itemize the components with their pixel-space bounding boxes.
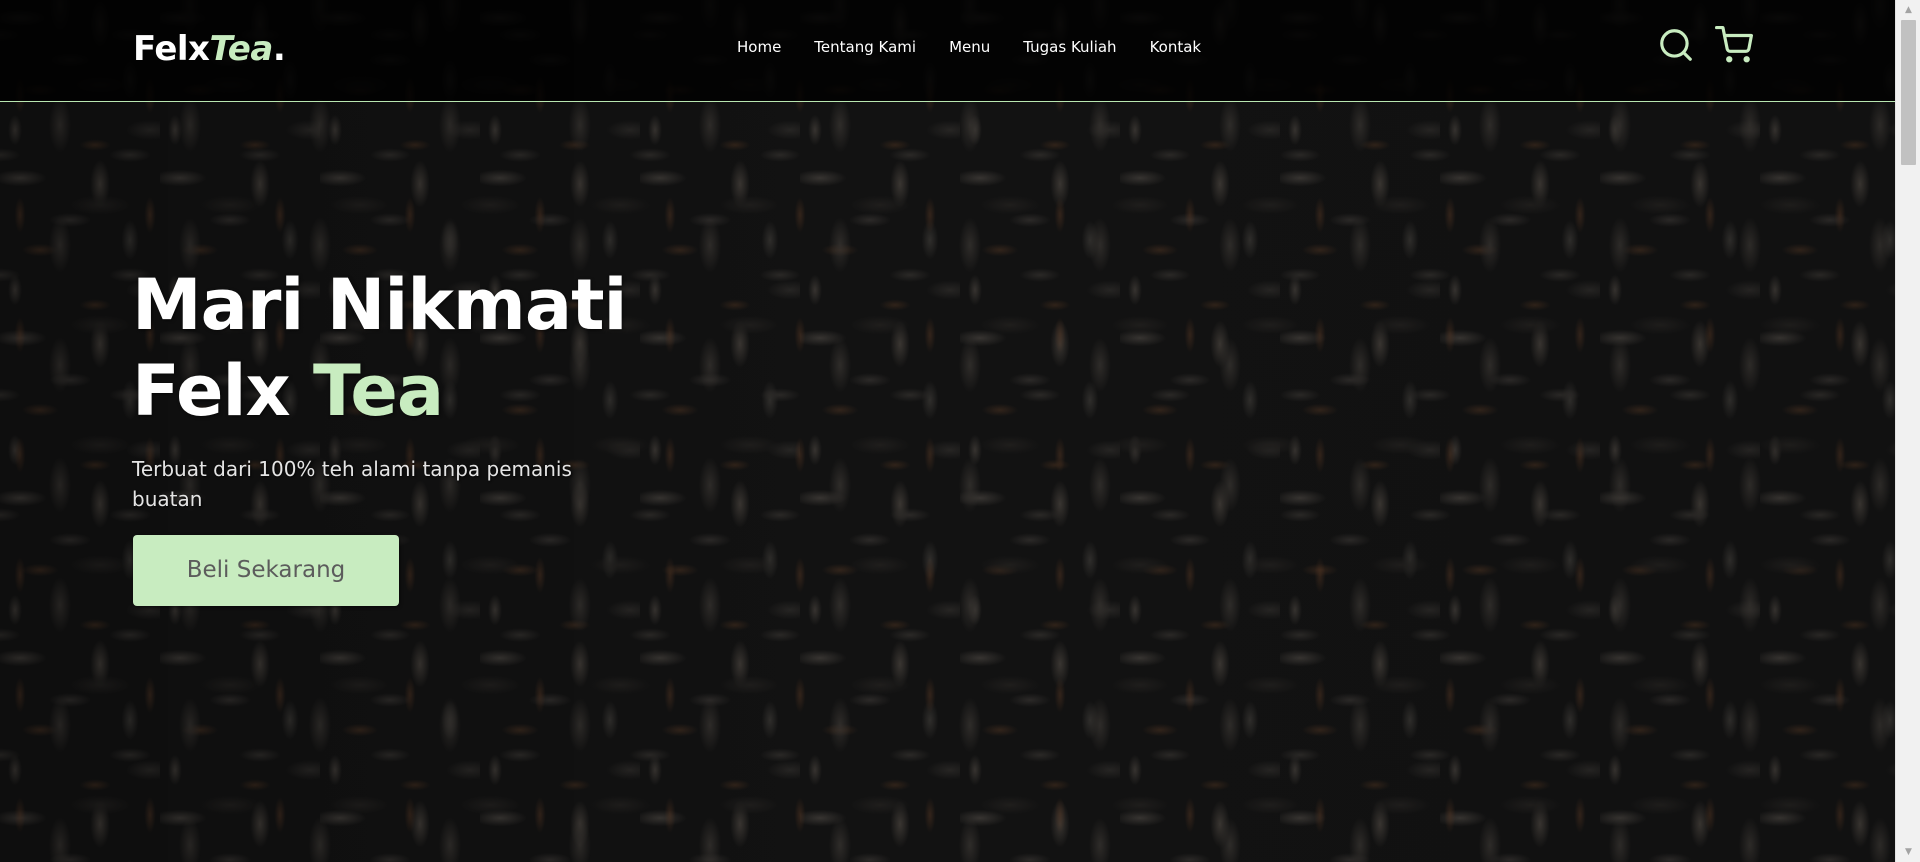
brand-name-main: Felx (133, 29, 210, 69)
page: FelxTea. Home Tentang Kami Menu Tugas Ku… (0, 0, 1895, 862)
hero-title-accent: Tea (312, 350, 444, 432)
hero-title-line1: Mari Nikmati (132, 264, 628, 346)
search-button[interactable] (1657, 26, 1695, 64)
nav-link-menu[interactable]: Menu (949, 36, 990, 58)
hero-content: Mari Nikmati Felx Tea Terbuat dari 100% … (132, 262, 692, 514)
nav-link-home[interactable]: Home (737, 36, 781, 58)
scroll-up-arrow-icon[interactable]: ▲ (1896, 0, 1920, 20)
scrollbar-thumb[interactable] (1901, 20, 1916, 165)
scroll-down-arrow-icon[interactable]: ▼ (1896, 842, 1920, 862)
nav-link-tugas-kuliah[interactable]: Tugas Kuliah (1023, 36, 1116, 58)
brand-logo[interactable]: FelxTea. (133, 27, 286, 71)
search-icon (1660, 29, 1692, 61)
nav-link-tentang-kami[interactable]: Tentang Kami (814, 36, 916, 58)
nav-links: Home Tentang Kami Menu Tugas Kuliah Kont… (737, 36, 1234, 58)
cart-button[interactable] (1715, 26, 1753, 64)
brand-name-accent: Tea (209, 29, 274, 69)
hero-title-line2-main: Felx (132, 350, 313, 432)
buy-now-button[interactable]: Beli Sekarang (133, 535, 399, 606)
brand-name-dot: . (272, 29, 286, 69)
nav-link-kontak[interactable]: Kontak (1150, 36, 1202, 58)
shopping-cart-icon (1715, 26, 1753, 63)
vertical-scrollbar[interactable]: ▲ ▼ (1895, 0, 1920, 862)
navbar: FelxTea. Home Tentang Kami Menu Tugas Ku… (0, 0, 1895, 102)
hero-subtitle: Terbuat dari 100% teh alami tanpa pemani… (132, 457, 572, 511)
hero-title: Mari Nikmati Felx Tea (132, 262, 692, 434)
